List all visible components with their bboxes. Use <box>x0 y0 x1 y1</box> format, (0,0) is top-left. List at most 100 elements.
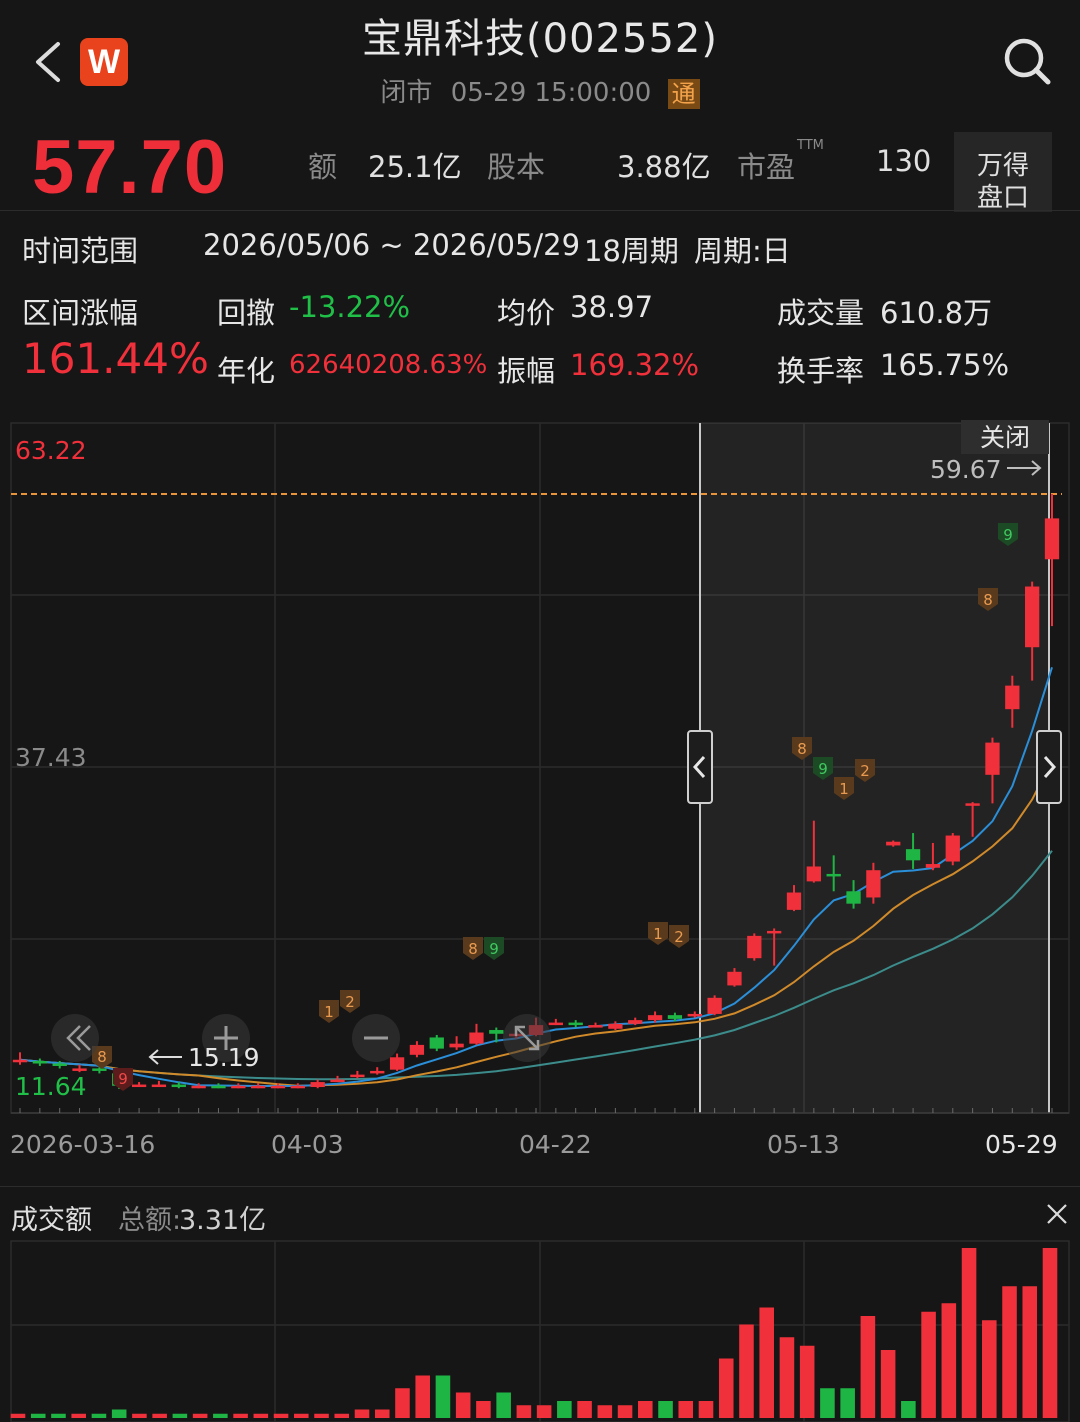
candle-body <box>350 1074 365 1078</box>
candle <box>231 1083 246 1089</box>
close-range-button[interactable]: 关闭 <box>961 420 1049 454</box>
svg-text:8: 8 <box>97 1048 107 1066</box>
volume-chart[interactable] <box>0 1238 1080 1422</box>
avg-label: 均价 <box>497 296 556 330</box>
volume-bar <box>415 1375 430 1418</box>
high-price-label: 59.67 <box>930 455 1002 484</box>
annual-label: 年化 <box>217 354 276 388</box>
svg-text:8: 8 <box>468 940 478 958</box>
candle-body <box>846 891 861 904</box>
wande-orderbook-button[interactable]: 万得 盘口 <box>954 132 1052 213</box>
volume-bar <box>820 1388 835 1418</box>
volume-bar <box>455 1392 471 1418</box>
volume-bar <box>71 1413 86 1418</box>
candle-body <box>985 742 1000 775</box>
search-icon[interactable] <box>1002 36 1052 86</box>
candle <box>747 933 762 961</box>
volume-bar <box>132 1413 147 1418</box>
volume-bar <box>718 1358 734 1418</box>
x-label-0403: 04-03 <box>271 1130 344 1159</box>
candle-body <box>806 866 821 882</box>
close-range-label: 关闭 <box>980 423 1030 452</box>
candle-body <box>489 1030 504 1034</box>
volume-bar <box>638 1401 653 1418</box>
candle-body <box>1044 518 1060 560</box>
volume-bar <box>739 1324 754 1418</box>
drawdown-label: 回撤 <box>217 296 276 330</box>
volume-bar <box>233 1413 248 1418</box>
volume-bar <box>273 1413 289 1418</box>
zoom-out-icon[interactable] <box>352 1014 400 1062</box>
svg-text:1: 1 <box>653 925 663 943</box>
volume-bar <box>10 1413 26 1418</box>
candle-body <box>191 1085 206 1089</box>
candle-body <box>131 1084 147 1088</box>
candle <box>151 1080 167 1088</box>
volume-value: 610.8万 <box>880 296 993 330</box>
svg-text:9: 9 <box>1003 526 1013 544</box>
range-handle-left[interactable] <box>687 730 713 804</box>
volume-bar <box>941 1303 957 1418</box>
svg-text:9: 9 <box>818 760 828 778</box>
candle-body <box>32 1061 47 1064</box>
divider <box>0 210 1080 211</box>
annual-value: 62640208.63% <box>289 350 488 380</box>
avg-value: 38.97 <box>570 290 654 324</box>
svg-text:8: 8 <box>797 740 807 758</box>
candle <box>290 1083 305 1089</box>
candle-body <box>409 1044 425 1055</box>
pe-value: 130 <box>876 144 932 178</box>
change-label: 区间涨幅 <box>22 296 139 330</box>
candle-body <box>886 841 901 846</box>
volume-bar <box>759 1307 774 1418</box>
volume-bar <box>334 1413 350 1418</box>
candle-body <box>727 971 742 986</box>
candle-body <box>72 1068 87 1071</box>
tong-badge[interactable]: 通 <box>667 78 700 109</box>
range-handle-right[interactable] <box>1036 730 1062 804</box>
candle <box>548 1018 563 1026</box>
candle-body <box>548 1022 563 1026</box>
change-value: 161.44% <box>22 334 209 383</box>
candle-body <box>707 997 722 1014</box>
volume-bar <box>435 1375 451 1418</box>
volume-bar <box>192 1413 208 1418</box>
volume-panel-title: 成交额 <box>11 1205 92 1236</box>
candle-body <box>469 1032 484 1044</box>
candle-body <box>231 1085 246 1089</box>
candle-body <box>1025 586 1040 648</box>
candle-body <box>251 1085 266 1089</box>
volume-bar <box>314 1413 329 1418</box>
kline-chart[interactable]: 8 9 1 2 8 9 1 2 8 9 1 2 8 9 15.19 63.22 … <box>0 420 1080 1120</box>
x-label-start: 2026-03-16 <box>10 1130 156 1159</box>
volume-bar <box>374 1409 390 1418</box>
candle-body <box>628 1020 643 1024</box>
volume-bar <box>1042 1248 1058 1418</box>
candle-body <box>687 1013 702 1017</box>
fullscreen-icon[interactable] <box>503 1014 551 1062</box>
candle <box>568 1020 583 1028</box>
candle-body <box>1005 685 1020 710</box>
candle <box>409 1041 425 1058</box>
volume-bar <box>253 1413 269 1418</box>
candle-body <box>429 1037 444 1049</box>
volume-bar <box>536 1405 552 1418</box>
candle <box>449 1036 464 1050</box>
volume-bars <box>10 1248 1058 1418</box>
range-periods: 18周期 <box>584 234 679 268</box>
candle-body <box>588 1025 603 1028</box>
volume-bar <box>30 1413 46 1418</box>
close-icon[interactable] <box>1046 1203 1068 1225</box>
candle <box>945 833 960 866</box>
candle-body <box>449 1043 464 1048</box>
candle <box>211 1083 226 1089</box>
candle <box>469 1023 484 1045</box>
candle <box>251 1083 266 1089</box>
svg-text:2: 2 <box>674 928 684 946</box>
candle <box>608 1021 623 1031</box>
candle-body <box>608 1023 623 1029</box>
candle-body <box>52 1063 67 1066</box>
scroll-left-control[interactable] <box>51 1014 99 1062</box>
volume-bar <box>294 1413 309 1418</box>
x-label-end: 05-29 <box>985 1130 1058 1159</box>
